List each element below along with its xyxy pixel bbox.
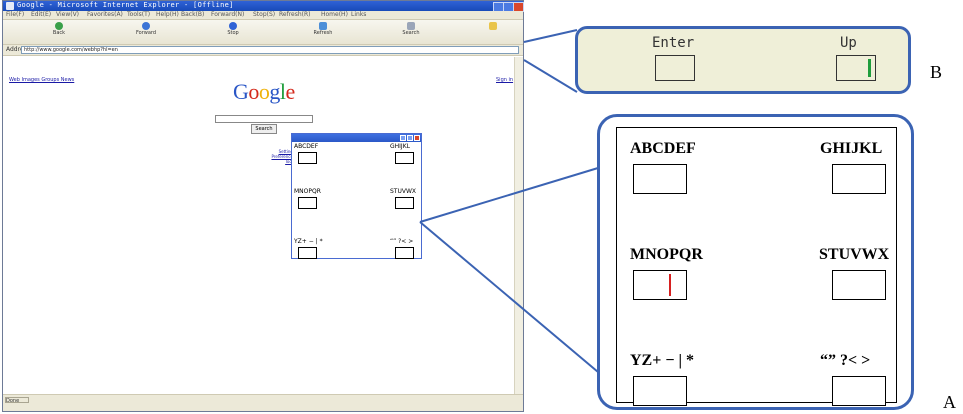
- key-symbols-2[interactable]: [832, 376, 886, 406]
- status-text: Done: [5, 397, 29, 404]
- keyboard-popup: ABCDEF GHIJKL MNOPQR STUVWX YZ+ − | * “”…: [291, 133, 422, 259]
- back-button[interactable]: Back: [39, 22, 79, 36]
- sign-in-link[interactable]: Sign in: [496, 77, 513, 83]
- refresh-icon: [319, 22, 327, 30]
- forward-arrow-icon: [142, 22, 150, 30]
- star-icon: [489, 22, 497, 30]
- popup-close-button[interactable]: [414, 135, 420, 141]
- side-links: Settings Preferences Tools: [251, 149, 295, 164]
- forward-button[interactable]: Forward: [126, 22, 166, 36]
- focus-cursor-red: [669, 274, 671, 296]
- popup-key[interactable]: [395, 247, 414, 259]
- callout-line-b-bottom: [523, 59, 578, 93]
- enter-key[interactable]: [655, 55, 695, 81]
- menu-item[interactable]: Stop(S): [253, 11, 275, 18]
- popup-key-label: STUVWX: [390, 188, 417, 195]
- search-button[interactable]: Search: [391, 22, 431, 36]
- popup-key[interactable]: [395, 152, 414, 164]
- key-abcdef[interactable]: [633, 164, 687, 194]
- panel-a-keyboard: ABCDEF GHIJKL MNOPQR STUVWX YZ+ − | * “”…: [616, 127, 897, 406]
- popup-maximize-button[interactable]: [407, 135, 413, 141]
- status-bar: Done: [3, 394, 523, 411]
- popup-key-label: ABCDEF: [294, 143, 319, 150]
- menu-item[interactable]: Refresh(R): [279, 11, 311, 18]
- menu-item[interactable]: View(V): [56, 11, 79, 18]
- panel-b-zoom: Enter Up: [575, 26, 911, 94]
- popup-key-label: MNOPQR: [294, 188, 321, 195]
- key-label-abcdef: ABCDEF: [630, 140, 696, 157]
- menu-bar: File(F) Edit(E) View(V) Favorites(A) Too…: [3, 11, 523, 20]
- key-mnopqr[interactable]: [633, 270, 687, 300]
- popup-key[interactable]: [395, 197, 414, 209]
- key-label-symbols-1: YZ+ − | *: [630, 352, 694, 369]
- search-icon: [407, 22, 415, 30]
- refresh-button[interactable]: Refresh: [303, 22, 343, 36]
- popup-key-label: “” ?< >: [390, 238, 414, 245]
- popup-key[interactable]: [298, 197, 317, 209]
- popup-key-label: GHIJKL: [390, 143, 410, 150]
- stop-icon: [229, 22, 237, 30]
- popup-title-bar: [292, 134, 421, 142]
- vertical-scrollbar[interactable]: [514, 57, 523, 394]
- google-logo: Google: [233, 79, 295, 104]
- browser-window: Google - Microsoft Internet Explorer - […: [2, 0, 524, 412]
- enter-label: Enter: [652, 35, 695, 51]
- ie-icon: [6, 2, 14, 10]
- menu-item[interactable]: File(F): [6, 11, 24, 18]
- title-bar: Google - Microsoft Internet Explorer - […: [3, 1, 524, 12]
- popup-minimize-button[interactable]: [400, 135, 406, 141]
- marker-a: A: [943, 392, 956, 412]
- key-symbols-1[interactable]: [633, 376, 687, 406]
- menu-item[interactable]: Back(B): [181, 11, 204, 18]
- stop-button[interactable]: Stop: [213, 22, 253, 36]
- address-bar: Address http://www.google.com/webhp?hl=e…: [3, 45, 523, 56]
- google-top-links[interactable]: Web Images Groups News: [9, 77, 74, 83]
- menu-item[interactable]: Tools(T): [127, 11, 150, 18]
- key-label-mnopqr: MNOPQR: [630, 246, 703, 263]
- menu-item[interactable]: Home(H): [321, 11, 348, 18]
- menu-item[interactable]: Links: [351, 11, 366, 18]
- popup-key[interactable]: [298, 152, 317, 164]
- search-input[interactable]: [215, 115, 313, 123]
- back-arrow-icon: [55, 22, 63, 30]
- page-content: Web Images Groups News Sign in Google Se…: [3, 57, 514, 394]
- menu-item[interactable]: Forward(N): [211, 11, 244, 18]
- key-label-ghijkl: GHIJKL: [820, 140, 883, 157]
- window-title: Google - Microsoft Internet Explorer - […: [17, 1, 234, 9]
- key-label-symbols-2: “” ?< >: [820, 352, 871, 369]
- up-key[interactable]: [836, 55, 876, 81]
- focus-cursor-green: [868, 59, 871, 77]
- popup-key-label: YZ+ − | *: [294, 238, 323, 245]
- menu-item[interactable]: Edit(E): [31, 11, 51, 18]
- popup-key[interactable]: [298, 247, 317, 259]
- side-link[interactable]: Tools: [251, 159, 295, 164]
- menu-item[interactable]: Help(H): [156, 11, 179, 18]
- marker-b: B: [930, 62, 943, 82]
- address-input[interactable]: http://www.google.com/webhp?hl=en: [21, 46, 519, 54]
- key-ghijkl[interactable]: [832, 164, 886, 194]
- google-search-button[interactable]: Search: [251, 124, 277, 134]
- panel-a-zoom: ABCDEF GHIJKL MNOPQR STUVWX YZ+ − | * “”…: [597, 114, 914, 410]
- callout-line-b-top: [523, 29, 578, 43]
- key-stuvwx[interactable]: [832, 270, 886, 300]
- menu-item[interactable]: Favorites(A): [87, 11, 123, 18]
- favorites-button[interactable]: [473, 22, 513, 30]
- key-label-stuvwx: STUVWX: [819, 246, 890, 263]
- toolbar: Back Forward Stop Refresh Search: [3, 20, 523, 45]
- up-label: Up: [840, 35, 857, 51]
